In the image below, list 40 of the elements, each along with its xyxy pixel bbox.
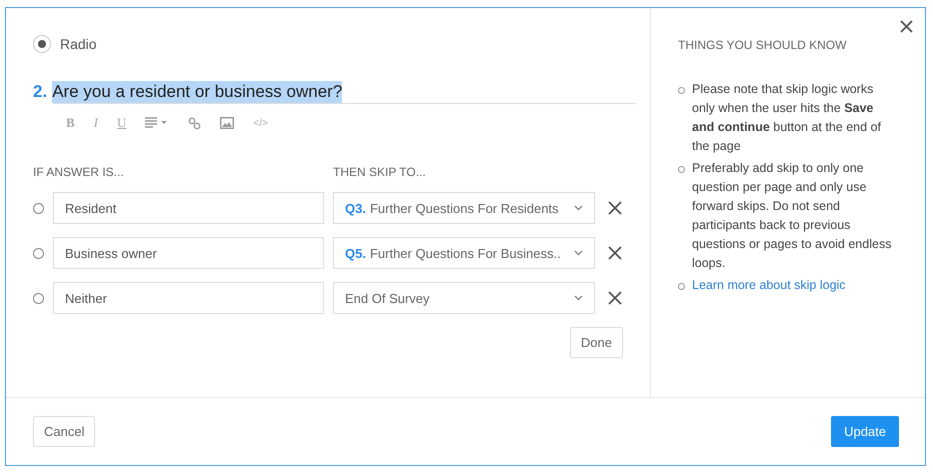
cancel-button[interactable]: Cancel <box>33 416 96 447</box>
skip-target: Further Questions For Business.. <box>370 246 562 260</box>
remove-icon[interactable] <box>608 201 622 215</box>
remove-icon[interactable] <box>608 246 622 260</box>
remove-icon[interactable] <box>608 291 622 305</box>
question-ref: Q5. <box>345 246 366 260</box>
image-icon[interactable] <box>220 117 234 129</box>
skip-to-dropdown[interactable]: End Of Survey <box>333 282 595 314</box>
skip-to-dropdown[interactable]: Q5. Further Questions For Business.. <box>333 237 595 269</box>
link-icon[interactable] <box>188 116 202 130</box>
chevron-down-icon <box>574 295 583 301</box>
answer-field[interactable]: Neither <box>53 282 324 314</box>
chevron-down-icon <box>574 250 583 256</box>
radio-button[interactable] <box>33 292 44 304</box>
answer-field[interactable]: Business owner <box>53 237 324 269</box>
radio-button[interactable] <box>33 35 51 53</box>
answer-field[interactable]: Resident <box>53 192 324 224</box>
column-heading: THEN SKIP TO... <box>333 165 426 179</box>
chevron-down-icon <box>574 205 583 211</box>
question-text[interactable]: Are you a resident or business owner? <box>52 81 342 103</box>
skip-target: Further Questions For Residents <box>370 200 560 216</box>
question-type-label: Radio <box>60 36 97 52</box>
panel-title: THINGS YOU SHOULD KNOW <box>678 38 848 52</box>
bullet-icon <box>678 166 685 173</box>
tip-text: Preferably add skip to only one question per page and only use forward skips. Do not send participants back to previous questions or pages to avoid endless loops. <box>692 160 892 272</box>
bullet-icon <box>678 283 685 290</box>
column-heading: IF ANSWER IS... <box>33 165 125 179</box>
bullet-icon <box>678 87 685 94</box>
skip-to-dropdown[interactable]: Q3. Further Questions For Residents <box>333 192 595 224</box>
done-button[interactable]: Done <box>570 327 623 358</box>
update-button[interactable]: Update <box>831 416 899 447</box>
close-icon[interactable] <box>900 20 913 33</box>
question-number: 2. <box>33 82 48 102</box>
learn-more-link[interactable]: Learn more about skip logic <box>692 276 846 295</box>
radio-button[interactable] <box>33 248 44 258</box>
skip-target: End Of Survey <box>345 290 431 306</box>
question-ref: Q3. <box>345 200 366 216</box>
align-icon[interactable] <box>145 117 170 129</box>
radio-button[interactable] <box>33 202 44 214</box>
tip-text: Please note that skip logic works only when the user hits the Save and continue button at the end of the page <box>692 81 882 155</box>
